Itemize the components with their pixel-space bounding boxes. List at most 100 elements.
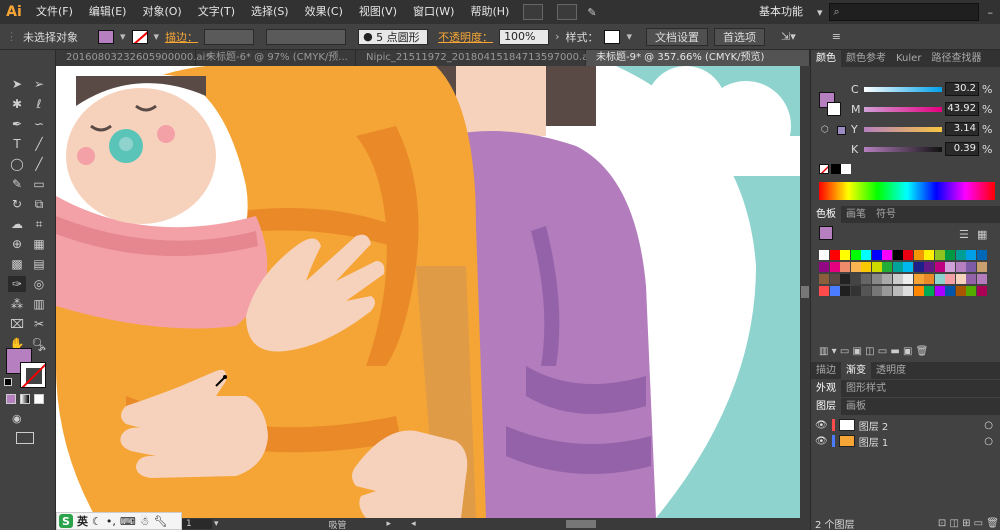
arrange-icon[interactable]: ⇲▾ (781, 30, 796, 43)
swatch-cell[interactable] (945, 262, 955, 272)
color-spectrum[interactable] (819, 182, 995, 200)
menu-icon[interactable]: ≡ (832, 30, 841, 43)
swatch-cell[interactable] (819, 286, 829, 296)
stroke-color-box[interactable] (20, 362, 46, 388)
swatch-cell[interactable] (892, 286, 903, 296)
swatch-cell[interactable] (861, 262, 871, 272)
bridge-icon[interactable] (523, 4, 544, 20)
swatch-cell[interactable] (882, 274, 892, 284)
opacity-link[interactable]: 不透明度： (438, 29, 493, 45)
web-safe-swatch[interactable] (837, 126, 846, 135)
swatch-cell[interactable] (840, 274, 850, 284)
swatch-cell[interactable] (882, 286, 892, 296)
swatch-cell[interactable] (955, 262, 966, 272)
swatch-cell[interactable] (945, 274, 955, 284)
swatch-cell[interactable] (871, 262, 882, 272)
white-swatch[interactable] (841, 164, 851, 174)
swatch-cell[interactable] (882, 250, 892, 260)
menu-type[interactable]: 文字(T) (190, 0, 243, 24)
yellow-value[interactable]: 3.14 (945, 122, 979, 136)
swatch-cell[interactable] (819, 274, 829, 284)
target-circle-icon[interactable]: ○ (984, 420, 993, 431)
list-view-icon[interactable]: ☰ (959, 228, 969, 241)
arrange-documents-icon[interactable] (557, 4, 578, 20)
swatch-cell[interactable] (861, 250, 871, 260)
layer-name[interactable]: 图层 1 (859, 434, 889, 449)
swatch-cell[interactable] (913, 262, 924, 272)
moon-icon[interactable]: ☾ (92, 515, 102, 528)
skin-icon[interactable]: ☃ (140, 515, 150, 528)
swatch-cell[interactable] (819, 262, 829, 272)
ellipse-tool-icon[interactable]: ◯ (8, 156, 26, 172)
direct-selection-icon[interactable]: ➢ (30, 76, 48, 92)
tab-artboards[interactable]: 画板 (841, 398, 871, 415)
minimize-icon[interactable]: – (985, 6, 997, 19)
default-colors-icon[interactable] (4, 378, 12, 386)
tab-color[interactable]: 颜色 (811, 50, 841, 67)
menu-file[interactable]: 文件(F) (28, 0, 81, 24)
tab-stroke[interactable]: 描边 (811, 362, 841, 379)
swatch-cell[interactable] (934, 286, 945, 296)
free-transform-icon[interactable]: ⌗ (30, 216, 48, 232)
screen-mode-icon[interactable] (16, 432, 34, 444)
swatch-cell[interactable] (924, 262, 934, 272)
scale-icon[interactable]: ⧉ (30, 196, 48, 212)
vertical-scrollbar[interactable] (800, 66, 810, 530)
status-prev-icon[interactable]: ◂ (411, 519, 416, 529)
tab-doc-1[interactable]: 20160803232605900000.ai* (56, 50, 210, 66)
none-swatch[interactable] (819, 164, 829, 174)
fill-swatch[interactable] (98, 29, 114, 44)
swatch-cell[interactable] (829, 274, 840, 284)
swatch-cell[interactable] (934, 250, 945, 260)
swatch-library-icon[interactable]: ▥ ▾ ▭ ▣ ◫ ▭ ▬ ▣ 🗑︎ (819, 346, 928, 357)
swatch-cell[interactable] (829, 262, 840, 272)
swatch-cell[interactable] (903, 250, 913, 260)
graph-tool-icon[interactable]: ▥ (30, 296, 48, 312)
pen-tool-icon[interactable]: ✒ (8, 116, 26, 132)
swatch-cell[interactable] (840, 286, 850, 296)
selection-tool-icon[interactable]: ➤ (8, 76, 26, 92)
swatch-cell[interactable] (840, 250, 850, 260)
swatch-cell[interactable] (871, 286, 882, 296)
tab-pathfinder[interactable]: 路径查找器 (926, 50, 986, 67)
swatch-cell[interactable] (976, 286, 987, 296)
punctuation-icon[interactable]: •, (106, 515, 116, 528)
gradient-mode-icon[interactable] (20, 394, 30, 404)
swatch-cell[interactable] (850, 250, 861, 260)
zoom-field[interactable]: 1 (182, 519, 212, 529)
tab-kuler[interactable]: Kuler (891, 50, 926, 67)
pencil-icon[interactable]: ✎ (8, 176, 26, 192)
artboard-canvas[interactable] (56, 66, 800, 518)
swatch-cell[interactable] (871, 274, 882, 284)
line-tool-icon[interactable]: ╱ (30, 136, 48, 152)
yellow-slider[interactable] (864, 126, 942, 132)
stroke-link[interactable]: 描边： (165, 29, 198, 45)
preferences-button[interactable]: 首选项 (714, 27, 765, 46)
brush-tool-icon[interactable]: ╱ (30, 156, 48, 172)
swatch-cell[interactable] (945, 250, 955, 260)
chevron-down-icon[interactable]: ▾ (626, 30, 632, 43)
menu-help[interactable]: 帮助(H) (462, 0, 517, 24)
swatch-cell[interactable] (882, 262, 892, 272)
tab-appearance[interactable]: 外观 (811, 380, 841, 397)
swatch-cell[interactable] (861, 274, 871, 284)
stroke-preview-swatch[interactable] (827, 102, 841, 116)
stroke-weight-dropdown[interactable] (204, 28, 255, 45)
swatch-cell[interactable] (850, 286, 861, 296)
chevron-down-icon[interactable]: ▾ (154, 30, 160, 43)
swatch-cell[interactable] (840, 262, 850, 272)
swatch-cell[interactable] (976, 262, 987, 272)
tab-graphic-styles[interactable]: 图形样式 (841, 380, 891, 397)
swatch-cell[interactable] (903, 262, 913, 272)
swatch-cell[interactable] (850, 274, 861, 284)
tab-doc-3[interactable]: Nipic_21511972_20180415184713597000.ai* (356, 50, 596, 66)
tab-swatches[interactable]: 色板 (811, 206, 841, 223)
swatch-cell[interactable] (966, 250, 976, 260)
chevron-down-icon[interactable]: ▾ (120, 30, 126, 43)
tab-brushes[interactable]: 画笔 (841, 206, 871, 223)
artboard-tool-icon[interactable]: ⌧ (8, 316, 26, 332)
swatch-cell[interactable] (892, 262, 903, 272)
horizontal-scroll-thumb[interactable] (565, 520, 596, 528)
swatch-cell[interactable] (924, 250, 934, 260)
swatch-cell[interactable] (945, 286, 955, 296)
